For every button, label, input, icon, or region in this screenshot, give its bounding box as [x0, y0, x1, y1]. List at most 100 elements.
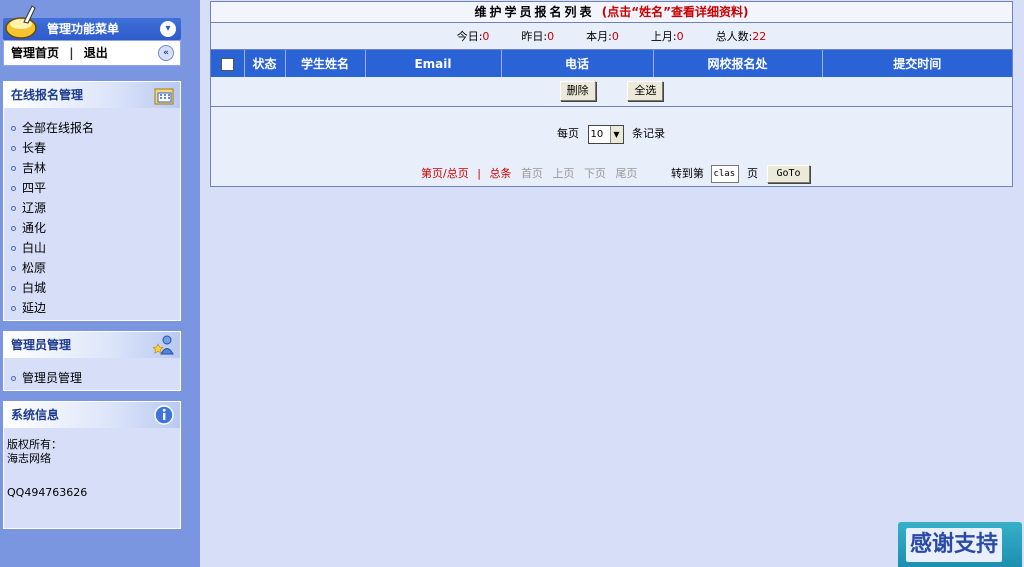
registration-menu-item[interactable]: 通化 — [11, 218, 180, 238]
bullet-icon — [11, 246, 16, 251]
hand-logo-icon — [5, 5, 37, 39]
stat-label: 今日: — [456, 30, 483, 43]
table-header-row: 状态 学生姓名 Email 电话 网校报名处 提交时间 — [211, 50, 1012, 77]
stat-value: 0 — [611, 30, 619, 43]
registration-menu-item-label: 白城 — [22, 281, 47, 295]
link-separator: | — [69, 46, 74, 60]
column-school-office: 网校报名处 — [653, 50, 823, 77]
system-info-text: 版权所有： 海志网络 QQ494763626 — [4, 428, 180, 500]
page-navigation: 第页/总页 | 总条 首页 上页 下页 尾页 转到第 clas 页 GoTo — [421, 165, 810, 183]
goto-label: 转到第 — [670, 167, 704, 180]
collapse-sidebar-icon[interactable]: « — [158, 45, 174, 61]
bullet-icon — [11, 376, 16, 381]
dropdown-arrow-icon[interactable]: ▼ — [609, 125, 623, 143]
stat-item: 今日:0 — [457, 30, 490, 43]
total-records: 总条 — [489, 167, 512, 180]
registration-menu-item[interactable]: 白山 — [11, 238, 180, 258]
thanks-badge[interactable]: 感谢支持 — [898, 522, 1022, 567]
bullet-icon — [11, 306, 16, 311]
bullet-icon — [11, 146, 16, 151]
select-all-button[interactable]: 全选 — [627, 81, 664, 101]
registration-menu-item-label: 通化 — [22, 221, 47, 235]
action-bar: 删除 全选 — [211, 77, 1012, 107]
select-all-header[interactable] — [211, 50, 245, 77]
registration-menu-item[interactable]: 延边 — [11, 298, 180, 318]
stat-item: 上月:0 — [651, 30, 684, 43]
per-page-control: 每页 10 ▼ 条记录 — [557, 124, 665, 144]
admin-menu: 管理员管理 — [4, 358, 180, 388]
bullet-icon — [11, 186, 16, 191]
column-phone: 电话 — [501, 50, 654, 77]
bullet-icon — [11, 226, 16, 231]
column-submit-time: 提交时间 — [822, 50, 1012, 77]
registration-panel-label: 在线报名管理 — [11, 88, 84, 102]
page-title-hint: (点击“姓名”查看详细资料) — [601, 5, 749, 19]
per-page-label: 每页 — [557, 127, 579, 140]
stats-bar: 今日:0 昨日:0 本月:0 上月:0 总人数:22 — [211, 23, 1012, 50]
registration-menu-item[interactable]: 四平 — [11, 178, 180, 198]
first-page-link[interactable]: 首页 — [521, 167, 543, 180]
registration-menu-item-label: 吉林 — [22, 161, 47, 175]
stat-label: 本月: — [586, 30, 612, 43]
bullet-icon — [11, 286, 16, 291]
goto-page-input[interactable]: clas — [711, 165, 740, 183]
goto-button[interactable]: GoTo — [767, 165, 810, 183]
expand-menu-icon[interactable]: ▾ — [160, 21, 176, 37]
column-student-name: 学生姓名 — [285, 50, 366, 77]
menu-title: 管理功能菜单 — [47, 22, 120, 36]
registration-menu-item-label: 白山 — [22, 241, 47, 255]
stat-item: 昨日:0 — [521, 30, 554, 43]
calendar-folder-icon — [154, 88, 174, 105]
list-box: 维护学员报名列表 (点击“姓名”查看详细资料) 今日:0 昨日:0 本月:0 上月:0… — [210, 1, 1013, 187]
system-panel-label: 系统信息 — [11, 408, 60, 422]
admin-home-link[interactable]: 管理首页 — [11, 46, 59, 60]
per-page-select[interactable]: 10 ▼ — [587, 124, 624, 144]
header-checkbox[interactable] — [220, 57, 234, 71]
quick-links: 管理首页 | 退出 « — [3, 40, 181, 66]
stat-value: 0 — [676, 30, 684, 43]
bullet-icon — [11, 166, 16, 171]
column-status: 状态 — [244, 50, 286, 77]
registration-menu-item[interactable]: 白城 — [11, 278, 180, 298]
registration-menu-item-label: 长春 — [22, 141, 47, 155]
pager-separator: | — [477, 167, 481, 180]
admin-panel: 管理员管理 管理员管理 — [3, 331, 181, 391]
registration-table: 状态 学生姓名 Email 电话 网校报名处 提交时间 — [211, 50, 1012, 77]
main-content: 维护学员报名列表 (点击“姓名”查看详细资料) 今日:0 昨日:0 本月:0 上月:0… — [210, 1, 1013, 187]
page-of-total: 第页/总页 — [421, 167, 469, 180]
system-panel-title: 系统信息 — [4, 402, 180, 428]
stat-label: 总人数: — [715, 30, 753, 43]
column-email: Email — [365, 50, 502, 77]
logout-link[interactable]: 退出 — [84, 46, 108, 60]
next-page-link[interactable]: 下页 — [584, 167, 606, 180]
last-page-link[interactable]: 尾页 — [615, 167, 637, 180]
company-name: 海志网络 — [7, 452, 51, 465]
page-title-text: 维护学员报名列表 — [474, 5, 595, 19]
stat-value: 22 — [752, 30, 767, 43]
info-icon — [154, 405, 174, 425]
registration-menu-item[interactable]: 辽源 — [11, 198, 180, 218]
delete-button[interactable]: 删除 — [559, 81, 596, 101]
sidebar: 管理功能菜单 ▾ 管理首页 | 退出 « 在线报名管理 全部在线报名 长春吉林四平… — [0, 0, 200, 567]
admin-menu-item-label: 管理员管理 — [22, 371, 83, 385]
admin-menu-item[interactable]: 管理员管理 — [11, 368, 180, 388]
registration-menu-item[interactable]: 全部在线报名 — [11, 118, 180, 138]
bullet-icon — [11, 266, 16, 271]
registration-menu-item-label: 辽源 — [22, 201, 47, 215]
registration-menu-item[interactable]: 吉林 — [11, 158, 180, 178]
qq-contact: QQ494763626 — [7, 486, 88, 499]
goto-suffix: 页 — [746, 167, 758, 180]
per-page-suffix: 条记录 — [632, 127, 665, 140]
prev-page-link[interactable]: 上页 — [552, 167, 574, 180]
registration-menu-item[interactable]: 松原 — [11, 258, 180, 278]
stat-item: 总人数:22 — [716, 30, 767, 43]
pagination: 每页 10 ▼ 条记录 第页/总页 | 总条 首页 上页 下页 尾页 转到第 c… — [211, 107, 1012, 186]
registration-panel: 在线报名管理 全部在线报名 长春吉林四平辽源通化白山松原白城延边 — [3, 81, 181, 321]
stat-value: 0 — [547, 30, 555, 43]
registration-menu-item[interactable]: 长春 — [11, 138, 180, 158]
stat-item: 本月:0 — [586, 30, 619, 43]
stat-value: 0 — [482, 30, 490, 43]
registration-menu-item-label: 全部在线报名 — [22, 121, 95, 135]
registration-menu-item-label: 延边 — [22, 301, 47, 315]
thanks-text: 感谢支持 — [906, 528, 1003, 562]
